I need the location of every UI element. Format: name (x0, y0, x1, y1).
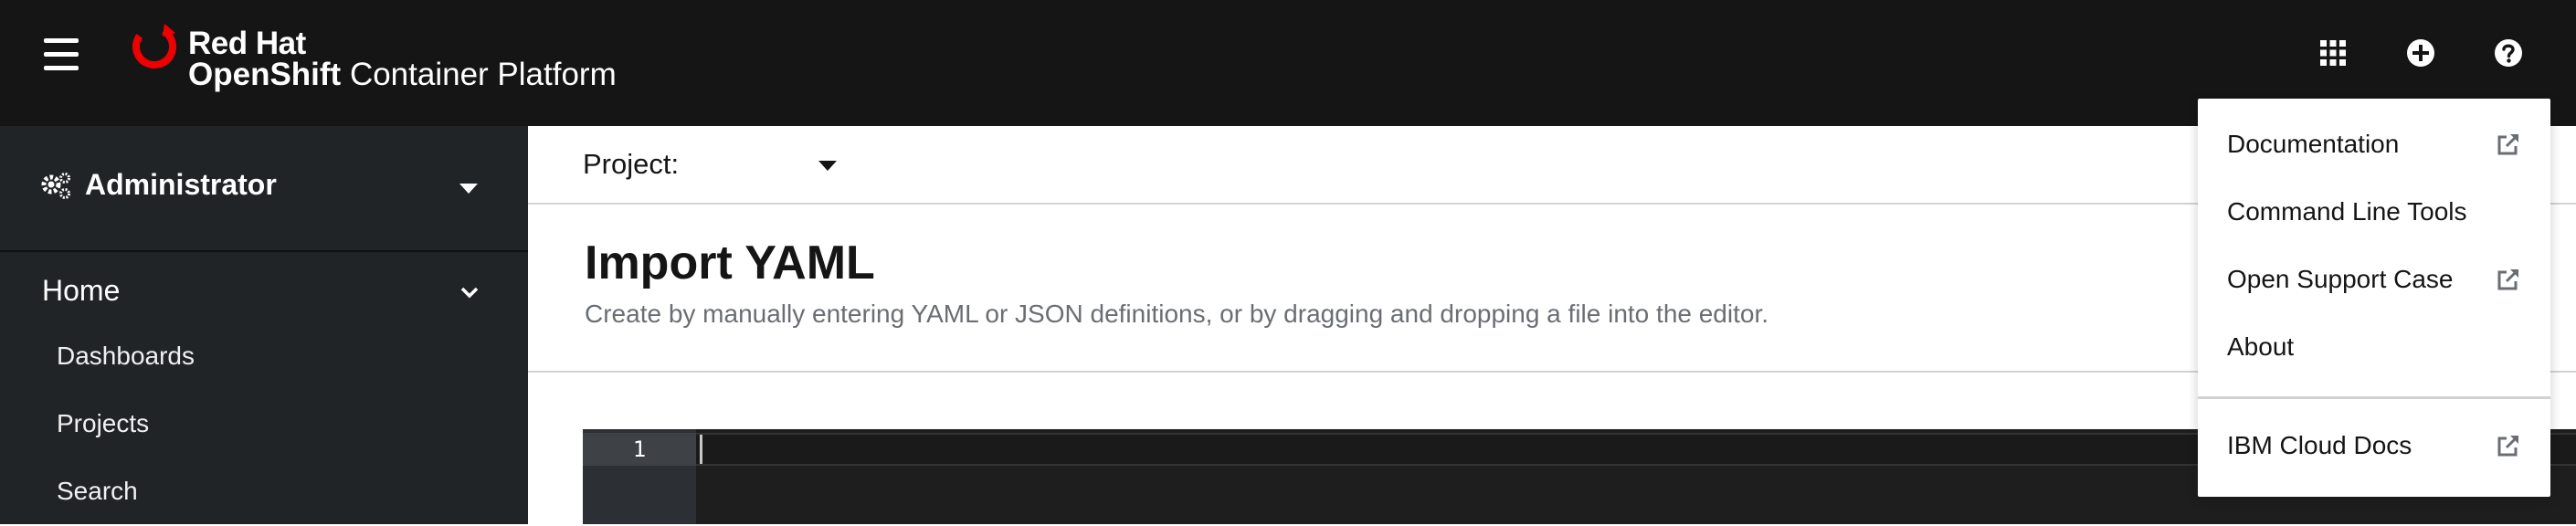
sidebar-item-projects[interactable]: Projects (0, 393, 528, 458)
perspective-switcher[interactable]: Administrator (0, 126, 528, 252)
menu-item-label: Open Support Case (2227, 265, 2454, 293)
sidebar-item-label: Dashboards (57, 342, 195, 370)
menu-item-label: IBM Cloud Docs (2227, 431, 2412, 459)
external-link-icon (2497, 268, 2519, 290)
nav-section-label: Home (42, 274, 121, 307)
brand-logo[interactable]: Red Hat OpenShift Container Platform (128, 16, 639, 108)
redhat-logo-icon (132, 24, 176, 68)
sidebar-item-search[interactable]: Search (0, 460, 528, 526)
menu-item-command-line-tools[interactable]: Command Line Tools (2198, 181, 2550, 245)
plus-circle-icon[interactable] (2402, 35, 2439, 71)
sidebar: Administrator Home Dashboards Projects S… (0, 126, 528, 524)
caret-down-icon (818, 161, 837, 171)
menu-item-label: Command Line Tools (2227, 197, 2467, 226)
masthead: Red Hat OpenShift Container Platform (0, 0, 2576, 126)
text-cursor (700, 435, 702, 464)
sidebar-item-label: Search (57, 477, 138, 505)
line-number: 1 (583, 433, 696, 466)
external-link-icon (2497, 133, 2519, 155)
project-dropdown[interactable]: Project: (583, 144, 884, 184)
external-link-icon (2497, 435, 2519, 457)
product-name: OpenShift Container Platform (188, 57, 617, 92)
hamburger-menu-icon[interactable] (40, 35, 82, 77)
menu-separator (2198, 396, 2550, 399)
help-icon[interactable] (2490, 35, 2527, 71)
menu-item-about[interactable]: About (2198, 316, 2550, 380)
project-label: Project: (583, 148, 680, 180)
page-title: Import YAML (585, 237, 875, 289)
sidebar-item-dashboards[interactable]: Dashboards (0, 325, 528, 391)
perspective-label: Administrator (85, 168, 277, 201)
menu-item-open-support-case[interactable]: Open Support Case (2198, 248, 2550, 312)
page-description: Create by manually entering YAML or JSON… (585, 300, 1769, 328)
chevron-down-icon (460, 287, 479, 299)
menu-item-label: Documentation (2227, 130, 2400, 158)
sidebar-item-label: Projects (57, 409, 150, 437)
nav-section-home[interactable]: Home (0, 256, 528, 325)
menu-item-documentation[interactable]: Documentation (2198, 113, 2550, 177)
caret-down-icon (459, 184, 478, 194)
menu-item-ibm-cloud-docs[interactable]: IBM Cloud Docs (2198, 415, 2550, 479)
app-launcher-icon[interactable] (2315, 35, 2351, 71)
cogs-icon (41, 173, 70, 199)
help-dropdown-menu: Documentation Command Line Tools Open Su… (2198, 99, 2550, 497)
menu-item-label: About (2227, 332, 2295, 361)
